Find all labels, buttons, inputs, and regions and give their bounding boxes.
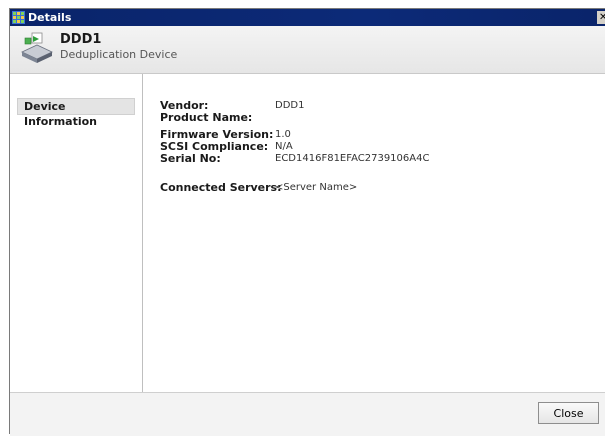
- close-button[interactable]: Close: [538, 402, 599, 424]
- title-bar[interactable]: Details ✕: [10, 9, 605, 26]
- dialog-footer: Close: [10, 392, 605, 436]
- close-icon[interactable]: ✕: [597, 11, 605, 24]
- field-label: Product Name:: [160, 111, 253, 124]
- deduplication-device-icon: [19, 30, 55, 66]
- dialog-header: DDD1 Deduplication Device: [10, 26, 605, 74]
- grid-app-icon: [12, 11, 25, 24]
- nav-item-device-information[interactable]: Device Information: [17, 98, 135, 128]
- content-area: Device Information Vendor: DDD1 Product …: [10, 74, 605, 392]
- details-dialog: Details ✕ DDD1 Deduplication Device Devi…: [9, 8, 605, 436]
- field-label: Connected Servers:: [160, 181, 282, 194]
- field-value: 1.0: [275, 129, 291, 140]
- field-value: N/A: [275, 141, 293, 152]
- section-nav: Device Information: [10, 74, 143, 392]
- field-value: <Server Name>: [275, 182, 358, 193]
- device-type: Deduplication Device: [60, 48, 178, 61]
- field-value: ECD1416F81EFAC2739106A4C: [275, 153, 430, 164]
- window-title: Details: [28, 11, 72, 24]
- field-value: DDD1: [275, 100, 305, 111]
- device-name: DDD1: [60, 32, 102, 47]
- field-label: Serial No:: [160, 152, 221, 165]
